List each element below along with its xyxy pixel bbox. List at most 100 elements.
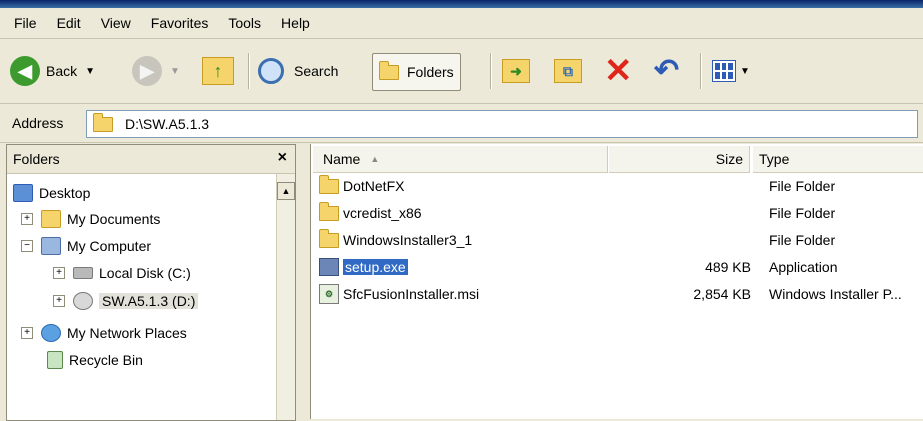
- column-header-type[interactable]: Type: [753, 146, 923, 173]
- menu-help[interactable]: Help: [281, 15, 310, 31]
- tree-item-my-network-places[interactable]: + My Network Places: [21, 321, 187, 345]
- toolbar-separator: [700, 53, 702, 89]
- expand-icon[interactable]: +: [21, 213, 33, 225]
- views-button[interactable]: ▼: [712, 53, 750, 89]
- tree-item-my-computer[interactable]: − My Computer: [21, 234, 151, 258]
- file-row[interactable]: ⚙ SfcFusionInstaller.msi 2,854 KB Windows…: [319, 283, 923, 307]
- copy-to-button[interactable]: ⧉: [554, 53, 582, 89]
- folder-icon: [319, 201, 339, 221]
- tree-item-label: My Computer: [67, 238, 152, 254]
- forward-button[interactable]: ▶ ▼: [132, 53, 180, 89]
- column-header-name[interactable]: Name ▲: [313, 146, 608, 173]
- file-size: 489 KB: [705, 259, 751, 275]
- close-icon[interactable]: ×: [278, 149, 287, 167]
- undo-icon: ↶: [654, 54, 680, 87]
- folder-icon: [319, 228, 339, 248]
- file-name: WindowsInstaller3_1: [343, 232, 473, 248]
- expand-icon[interactable]: +: [21, 327, 33, 339]
- menu-favorites[interactable]: Favorites: [151, 15, 209, 31]
- search-button[interactable]: Search: [258, 53, 338, 89]
- copy-to-icon: ⧉: [554, 59, 582, 83]
- file-type: File Folder: [769, 232, 836, 248]
- folders-pane-header: Folders ×: [7, 145, 295, 174]
- menu-edit[interactable]: Edit: [57, 15, 81, 31]
- forward-arrow-icon: ▶: [132, 56, 162, 86]
- move-to-icon: ➜: [502, 59, 530, 83]
- menu-tools[interactable]: Tools: [228, 15, 261, 31]
- address-input[interactable]: D:\SW.A5.1.3: [86, 110, 918, 138]
- column-type-label: Type: [759, 151, 790, 167]
- tree-item-label: Desktop: [39, 185, 91, 201]
- folders-label: Folders: [407, 64, 454, 80]
- file-type: Application: [769, 259, 838, 275]
- tree-item-label: SW.A5.1.3 (D:): [99, 293, 199, 309]
- standard-toolbar: ◀ Back ▼ ▶ ▼ ↑ Search Folders ➜ ⧉ ✕ ↶ ▼: [0, 39, 923, 104]
- address-value: D:\SW.A5.1.3: [125, 116, 210, 132]
- back-arrow-icon: ◀: [10, 56, 40, 86]
- delete-icon: ✕: [604, 52, 633, 90]
- tree-item-desktop[interactable]: Desktop: [13, 181, 90, 205]
- desktop-icon: [13, 184, 33, 202]
- up-folder-button[interactable]: ↑: [202, 53, 234, 89]
- folder-icon: [319, 174, 339, 194]
- recycle-bin-icon: [47, 351, 63, 369]
- column-header-size[interactable]: Size: [609, 146, 750, 173]
- search-label: Search: [294, 63, 339, 79]
- file-type: File Folder: [769, 205, 836, 221]
- tree-item-recycle-bin[interactable]: Recycle Bin: [47, 348, 143, 372]
- tree-item-my-documents[interactable]: + My Documents: [21, 207, 160, 231]
- folder-icon: [93, 112, 113, 132]
- tree-item-local-disk-c[interactable]: + Local Disk (C:): [53, 261, 191, 285]
- tree-item-label: My Documents: [67, 211, 161, 227]
- folders-pane-title: Folders: [13, 151, 60, 167]
- network-icon: [41, 324, 61, 342]
- file-name: vcredist_x86: [343, 205, 422, 221]
- file-name: SfcFusionInstaller.msi: [343, 286, 480, 302]
- folders-button[interactable]: Folders: [372, 53, 461, 91]
- folder-icon: [41, 210, 61, 228]
- menu-file[interactable]: File: [14, 15, 37, 31]
- sort-ascending-icon: ▲: [370, 154, 380, 164]
- file-list: Name ▲ Size Type DotNetFX File Folder vc…: [310, 144, 923, 419]
- folders-pane: Folders × Desktop + My Documents − My Co…: [6, 144, 296, 421]
- column-size-label: Size: [715, 151, 743, 167]
- msi-icon: ⚙: [319, 284, 339, 304]
- scroll-up-icon[interactable]: ▲: [277, 182, 295, 200]
- search-icon: [258, 58, 284, 84]
- file-type: Windows Installer P...: [769, 286, 902, 302]
- pane-splitter[interactable]: [297, 144, 307, 419]
- file-row-selected[interactable]: setup.exe 489 KB Application: [319, 256, 923, 280]
- toolbar-separator: [490, 53, 492, 89]
- file-row[interactable]: DotNetFX File Folder: [319, 174, 923, 199]
- tree-item-sw-drive-d[interactable]: + SW.A5.1.3 (D:): [53, 289, 199, 313]
- back-button[interactable]: ◀ Back ▼: [10, 53, 95, 89]
- computer-icon: [41, 237, 61, 255]
- file-name: DotNetFX: [343, 178, 405, 194]
- back-label: Back: [46, 63, 78, 79]
- views-icon: [712, 60, 736, 82]
- tree-item-label: Local Disk (C:): [99, 265, 191, 281]
- collapse-icon[interactable]: −: [21, 240, 33, 252]
- expand-icon[interactable]: +: [53, 295, 65, 307]
- move-to-button[interactable]: ➜: [502, 53, 530, 89]
- delete-button[interactable]: ✕: [604, 53, 633, 89]
- cd-drive-icon: [73, 292, 93, 310]
- menu-bar: File Edit View Favorites Tools Help: [0, 8, 923, 39]
- vertical-scrollbar[interactable]: ▲: [276, 174, 295, 420]
- toolbar-separator: [248, 53, 250, 89]
- undo-button[interactable]: ↶: [654, 53, 679, 89]
- folders-icon: [379, 60, 399, 80]
- exe-icon: [319, 258, 339, 276]
- tree-item-label: My Network Places: [67, 325, 187, 341]
- chevron-down-icon: ▼: [740, 65, 750, 77]
- title-bar-edge: [0, 0, 923, 8]
- file-type: File Folder: [769, 178, 836, 194]
- chevron-down-icon: ▼: [170, 65, 180, 77]
- tree-item-label: Recycle Bin: [69, 352, 143, 368]
- file-row[interactable]: vcredist_x86 File Folder: [319, 201, 923, 226]
- file-row[interactable]: WindowsInstaller3_1 File Folder: [319, 228, 923, 253]
- address-bar: Address D:\SW.A5.1.3: [0, 104, 923, 143]
- expand-icon[interactable]: +: [53, 267, 65, 279]
- column-name-label: Name: [323, 151, 361, 167]
- menu-view[interactable]: View: [101, 15, 131, 31]
